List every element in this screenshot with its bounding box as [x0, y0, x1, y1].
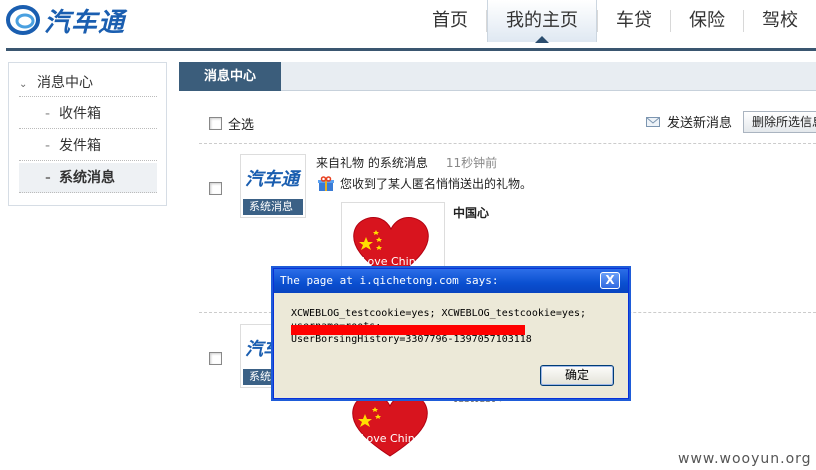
- logo-swirl-icon: [6, 5, 40, 35]
- redaction-bar: [291, 325, 525, 335]
- send-new-message-link[interactable]: 发送新消息: [646, 112, 732, 131]
- message-checkbox[interactable]: [209, 182, 222, 195]
- sidebar-item-label: 收件箱: [59, 106, 101, 122]
- header-divider: [6, 48, 816, 51]
- message-body: 您收到了某人匿名悄悄送出的礼物。: [318, 175, 532, 192]
- main-nav: 首页 我的主页 车贷 保险 驾校: [414, 0, 816, 43]
- sidebar-heading-label: 消息中心: [37, 75, 93, 91]
- close-icon[interactable]: X: [600, 272, 620, 289]
- watermark: www.wooyun.org: [678, 451, 812, 467]
- message-time: 11秒钟前: [445, 156, 498, 170]
- dialog-line: XCWEBLOG_testcookie=yes; XCWEBLOG_testco…: [291, 308, 587, 319]
- system-avatar: 汽车通 系统消息: [240, 154, 306, 218]
- site-logo[interactable]: 汽车通: [6, 2, 125, 38]
- send-new-message-label: 发送新消息: [667, 116, 733, 131]
- select-all-checkbox[interactable]: [209, 117, 222, 130]
- dash-icon: -: [45, 106, 51, 122]
- message-sender: 来自礼物 的系统消息: [316, 156, 428, 170]
- chevron-down-icon: ⌄: [19, 79, 28, 90]
- select-all[interactable]: 全选: [209, 114, 254, 133]
- gift-name: 中国心: [453, 206, 490, 220]
- avatar-logo: 汽车通: [245, 169, 299, 190]
- avatar-tag: 系统消息: [243, 199, 303, 215]
- sidebar-heading[interactable]: ⌄ 消息中心: [19, 69, 157, 97]
- heart-icon: Love China: [352, 394, 428, 457]
- sidebar-item-outbox[interactable]: - 发件箱: [19, 131, 157, 161]
- divider: [199, 143, 816, 144]
- sidebar-item-system-messages[interactable]: - 系统消息: [19, 163, 157, 193]
- dialog-title: The page at i.qichetong.com says:: [274, 269, 628, 293]
- message-text: 您收到了某人匿名悄悄送出的礼物。: [340, 177, 533, 191]
- nav-car-loan[interactable]: 车贷: [598, 0, 670, 42]
- sidebar-item-inbox[interactable]: - 收件箱: [19, 99, 157, 129]
- logo-text: 汽车通: [44, 7, 126, 38]
- tab-message-center[interactable]: 消息中心: [179, 62, 281, 91]
- top-bar: 汽车通 首页 我的主页 车贷 保险 驾校: [0, 0, 816, 48]
- message-checkbox[interactable]: [209, 352, 222, 365]
- ok-button[interactable]: 确定: [540, 365, 614, 386]
- sidebar: ⌄ 消息中心 - 收件箱 - 发件箱 - 系统消息: [8, 62, 167, 206]
- sidebar-item-label: 发件箱: [59, 138, 101, 154]
- nav-driving-school[interactable]: 驾校: [744, 0, 816, 42]
- heart-caption: Love China: [362, 255, 423, 268]
- nav-my-home[interactable]: 我的主页: [487, 0, 597, 43]
- dash-icon: -: [45, 170, 51, 186]
- delete-selected-button[interactable]: 删除所选信息: [743, 111, 816, 133]
- message-header: 来自礼物 的系统消息 11秒钟前: [316, 154, 497, 171]
- envelope-icon: [646, 116, 660, 127]
- alert-dialog: The page at i.qichetong.com says: X XCWE…: [273, 268, 629, 399]
- nav-home[interactable]: 首页: [414, 0, 486, 42]
- sidebar-item-label: 系统消息: [59, 170, 115, 186]
- dialog-body: XCWEBLOG_testcookie=yes; XCWEBLOG_testco…: [277, 295, 625, 397]
- tab-bar: 消息中心: [179, 62, 816, 91]
- nav-insurance[interactable]: 保险: [671, 0, 743, 42]
- gift-icon: [318, 175, 334, 191]
- heart-caption: Love China: [361, 432, 422, 445]
- dash-icon: -: [45, 138, 51, 154]
- select-all-label: 全选: [228, 118, 255, 133]
- main-panel: 消息中心 全选 发送新消息 删除所选信息 汽车通 系统消息 来自礼物 的系统消息…: [179, 62, 816, 470]
